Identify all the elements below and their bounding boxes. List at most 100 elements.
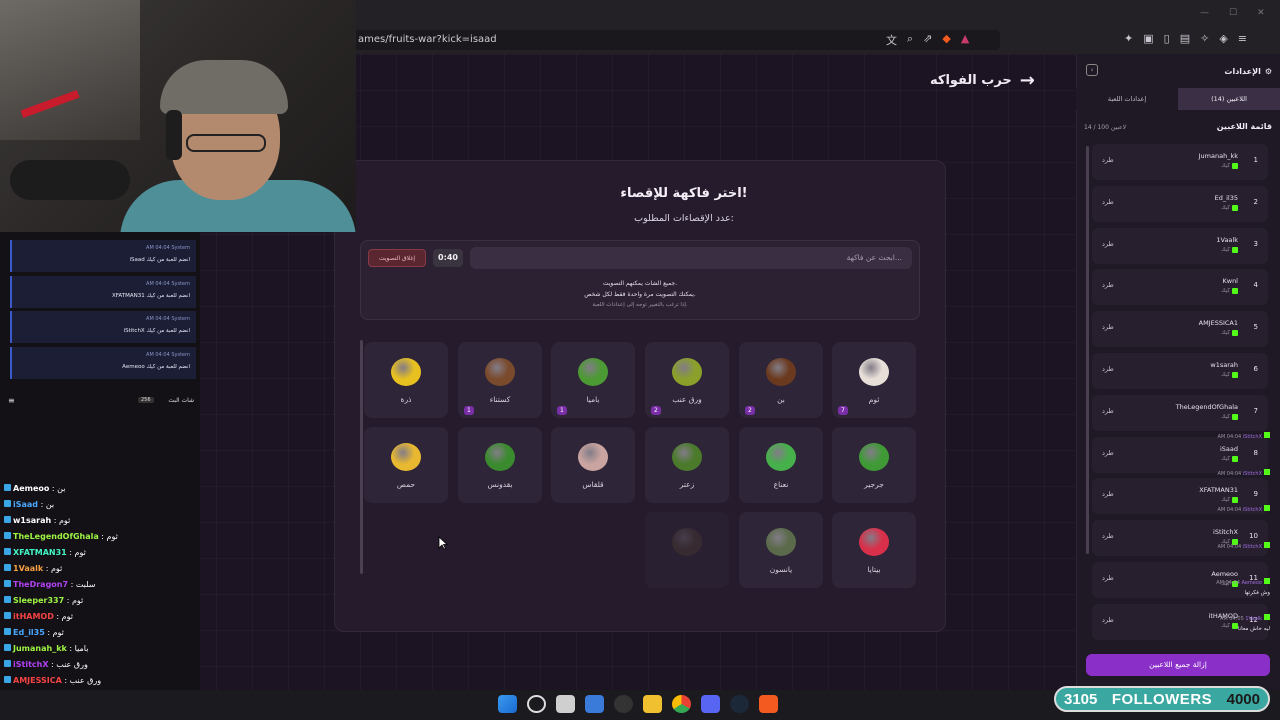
badge-icon: [4, 532, 11, 539]
panel-tabs: إعدادات اللعبة اللاعبين (14): [1076, 88, 1280, 110]
tab-players[interactable]: اللاعبين (14): [1178, 88, 1280, 110]
chat-text: : باميا: [66, 644, 89, 653]
sidebar-icon[interactable]: ▯: [1164, 32, 1170, 45]
kick-player-button[interactable]: طرد: [1102, 281, 1114, 289]
kick-player-button[interactable]: طرد: [1102, 323, 1114, 331]
fruit-tile[interactable]: جرجير: [832, 427, 916, 503]
menu-icon[interactable]: ≡: [1238, 32, 1247, 45]
store-icon[interactable]: [585, 695, 604, 713]
chat-username: iStitchX: [1242, 471, 1262, 477]
player-name: Jumanah_kk: [1198, 152, 1238, 160]
minimize-icon[interactable]: —: [1200, 8, 1209, 18]
brave-shield-icon[interactable]: ◆: [942, 32, 950, 48]
followers-goal-widget: 3105 FOLLOWERS 4000: [1054, 686, 1270, 712]
tabs-icon[interactable]: ▣: [1143, 32, 1153, 45]
fruit-tile[interactable]: نعناع: [739, 427, 823, 503]
fruit-tile[interactable]: بن 2: [739, 342, 823, 418]
player-name: iSaad: [1219, 444, 1238, 453]
chat-username: XFATMAN31: [13, 548, 67, 557]
webcam-overlay: [0, 0, 356, 232]
task-view-icon[interactable]: [556, 695, 575, 713]
player-name: iStitchX: [1213, 528, 1238, 537]
chat-message-meta: AM 04:04 iStitchX: [1217, 505, 1270, 513]
fruit-tile[interactable]: قلقاس: [551, 427, 635, 503]
fruit-icon: [391, 443, 421, 471]
folder-icon[interactable]: [643, 695, 662, 713]
share-icon[interactable]: ⇗: [923, 32, 932, 48]
kick-player-button[interactable]: طرد: [1102, 156, 1114, 164]
player-platform: كيك: [1221, 330, 1238, 337]
chat-text: : ثوم: [51, 516, 71, 525]
kick-player-button[interactable]: طرد: [1102, 198, 1114, 206]
grid-scrollbar[interactable]: [360, 340, 363, 574]
fruit-icon: [672, 528, 702, 556]
players-scrollbar[interactable]: [1086, 146, 1089, 554]
page-title[interactable]: حرب الفواكه →: [930, 70, 1060, 91]
fruit-tile[interactable]: زعتر: [645, 427, 729, 503]
steam-icon[interactable]: [730, 695, 749, 713]
fruit-label: كستناء: [489, 395, 511, 404]
url-text: ames/fruits-war?kick=isaad: [358, 34, 497, 45]
menu-icon[interactable]: ≡: [8, 396, 15, 405]
leo-icon[interactable]: ✧: [1200, 32, 1209, 45]
badge-icon: [4, 596, 11, 603]
fruit-label: حمص: [396, 480, 416, 489]
chat-username: iStitchX: [13, 660, 49, 669]
badge-icon: [4, 580, 11, 587]
chat-message-body: وش فكرتها: [1244, 590, 1270, 596]
player-number: 10: [1249, 532, 1258, 541]
obs-icon[interactable]: [614, 695, 633, 713]
vote-timer: 0:40: [433, 249, 463, 267]
kick-player-button[interactable]: طرد: [1102, 365, 1114, 373]
brave-rewards-icon[interactable]: ▲: [961, 32, 969, 48]
card-title: اختر فاكهة للإقصاء!: [620, 186, 748, 201]
kick-player-button[interactable]: طرد: [1102, 490, 1114, 498]
close-icon[interactable]: ✕: [1257, 8, 1265, 18]
kick-player-button[interactable]: طرد: [1102, 407, 1114, 415]
kick-player-button[interactable]: طرد: [1102, 532, 1114, 540]
discord-icon[interactable]: [701, 695, 720, 713]
player-number: 6: [1253, 365, 1258, 373]
fruit-tile[interactable]: بقدونس: [458, 427, 542, 503]
brave-icon[interactable]: [759, 695, 778, 713]
fruit-tile[interactable]: ثوم 7: [832, 342, 916, 418]
chat-username: Jumanah_kk: [13, 644, 67, 653]
fruit-tile[interactable]: كستناء 1: [458, 342, 542, 418]
player-number: 7: [1253, 406, 1258, 415]
kick-logo-icon: [1264, 578, 1270, 584]
zoom-icon[interactable]: ⌕: [907, 32, 913, 48]
kick-player-button[interactable]: طرد: [1102, 449, 1114, 457]
close-vote-button[interactable]: إغلاق التصويت: [368, 249, 426, 267]
chat-text: : ثوم: [64, 596, 84, 605]
fruit-search-input[interactable]: ابحث عن فاكهة...: [470, 247, 912, 269]
fruit-tile[interactable]: بيتايا: [832, 512, 916, 588]
remove-all-players-button[interactable]: إزالة جميع اللاعبين: [1086, 654, 1270, 676]
fruit-tile[interactable]: ورق عنب 2: [645, 342, 729, 418]
fruit-tile[interactable]: ذرة: [364, 342, 448, 418]
fruit-tile[interactable]: حمص: [364, 427, 448, 503]
kick-logo-icon: [1264, 432, 1270, 438]
badge-icon: [4, 484, 11, 491]
windows-start-icon[interactable]: [498, 695, 517, 713]
kick-player-button[interactable]: طرد: [1102, 574, 1114, 582]
kick-player-button[interactable]: طرد: [1102, 616, 1114, 624]
collapse-panel-icon[interactable]: ‹: [1086, 64, 1098, 76]
wallet-icon[interactable]: ▤: [1180, 32, 1190, 45]
translate-icon[interactable]: 文: [886, 32, 897, 48]
browser-tools: ✦ ▣ ▯ ▤ ✧ ◈ ≡: [1124, 32, 1247, 45]
players-count: 14 / 100 لاعبين: [1084, 124, 1127, 131]
chat-message-meta: AM 04:04 iStitchX: [1217, 542, 1270, 550]
chrome-icon[interactable]: [672, 695, 691, 713]
tab-game-settings[interactable]: إعدادات اللعبة: [1076, 88, 1178, 110]
vpn-icon[interactable]: ◈: [1219, 32, 1227, 45]
search-icon[interactable]: [527, 695, 546, 713]
maximize-icon[interactable]: ☐: [1229, 8, 1237, 18]
extensions-icon[interactable]: ✦: [1124, 32, 1133, 45]
kick-player-button[interactable]: طرد: [1102, 240, 1114, 248]
followers-count: 3105: [1064, 690, 1098, 708]
fruit-tile[interactable]: [645, 512, 729, 588]
player-platform: كيك: [1221, 204, 1238, 211]
fruit-tile[interactable]: باميا 1: [551, 342, 635, 418]
fruit-tile[interactable]: يانسون: [739, 512, 823, 588]
fruit-icon: [391, 358, 421, 386]
